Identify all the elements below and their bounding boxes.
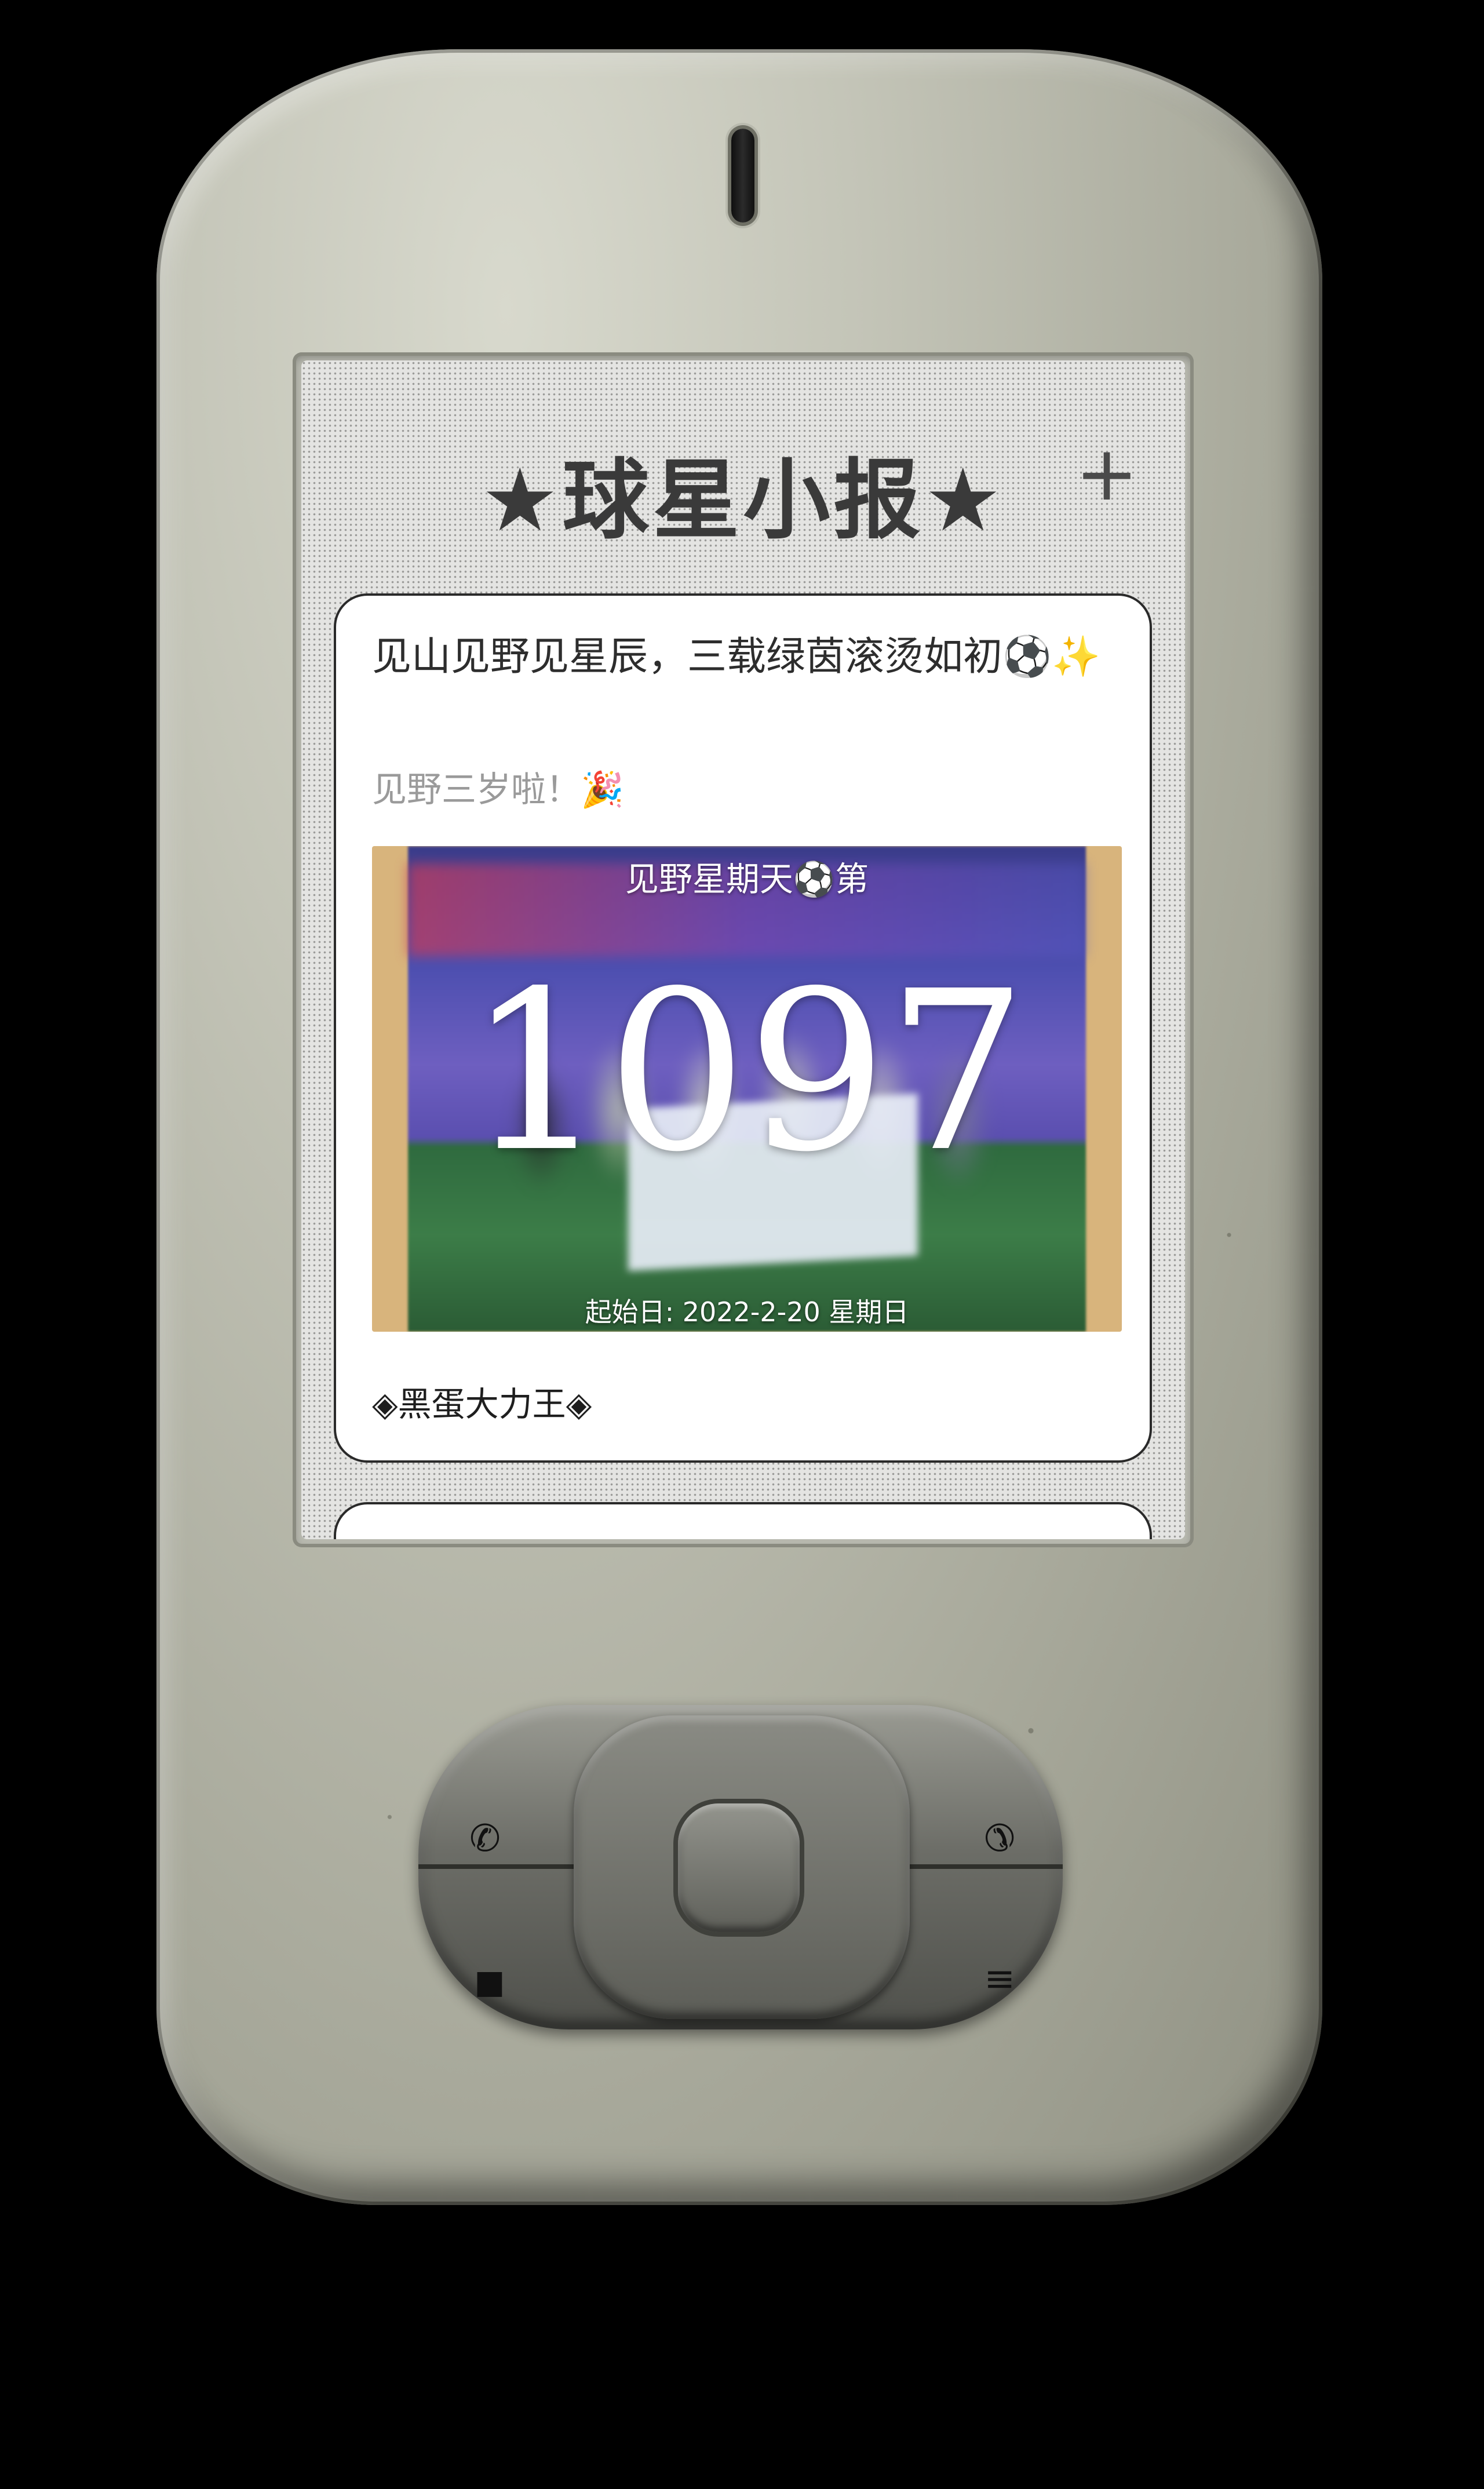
- post-image[interactable]: 见野星期天⚽️第 1097 起始日: 2022-2-20 星期日: [372, 846, 1122, 1332]
- next-post-card[interactable]: [334, 1502, 1152, 1539]
- dpad-center-button[interactable]: [678, 1803, 800, 1932]
- earpiece-speaker: [731, 129, 754, 223]
- add-button[interactable]: +: [1075, 436, 1139, 511]
- end-call-icon[interactable]: ✆: [973, 1813, 1026, 1865]
- post-author[interactable]: ◈黑蛋大力王◈: [372, 1377, 592, 1426]
- post-subtitle: 见野三岁啦！🎉: [372, 770, 624, 810]
- right-soft-key-menu-icon[interactable]: ≡: [973, 1953, 1026, 2005]
- post-card[interactable]: 见山见野见星辰，三载绿茵滚烫如初⚽️✨ 见野三岁啦！🎉 见野星期天⚽️第 109…: [334, 593, 1152, 1463]
- call-icon[interactable]: ✆: [459, 1813, 511, 1865]
- post-title: 见山见野见星辰，三载绿茵滚烫如初⚽️✨: [372, 634, 1101, 680]
- day-count: 1097: [466, 943, 1027, 1200]
- screen: ★球星小报★ + 见山见野见星辰，三载绿茵滚烫如初⚽️✨ 见野三岁啦！🎉 见野星…: [301, 360, 1185, 1539]
- left-soft-key-icon[interactable]: ■: [464, 1956, 516, 2009]
- app-title: ★球星小报★: [481, 450, 1005, 551]
- stage: ★球星小报★ + 见山见野见星辰，三载绿茵滚烫如初⚽️✨ 见野三岁啦！🎉 见野星…: [0, 0, 1484, 2489]
- image-caption-bottom: 起始日: 2022-2-20 星期日: [585, 1296, 909, 1328]
- image-caption-top: 见野星期天⚽️第: [625, 859, 869, 899]
